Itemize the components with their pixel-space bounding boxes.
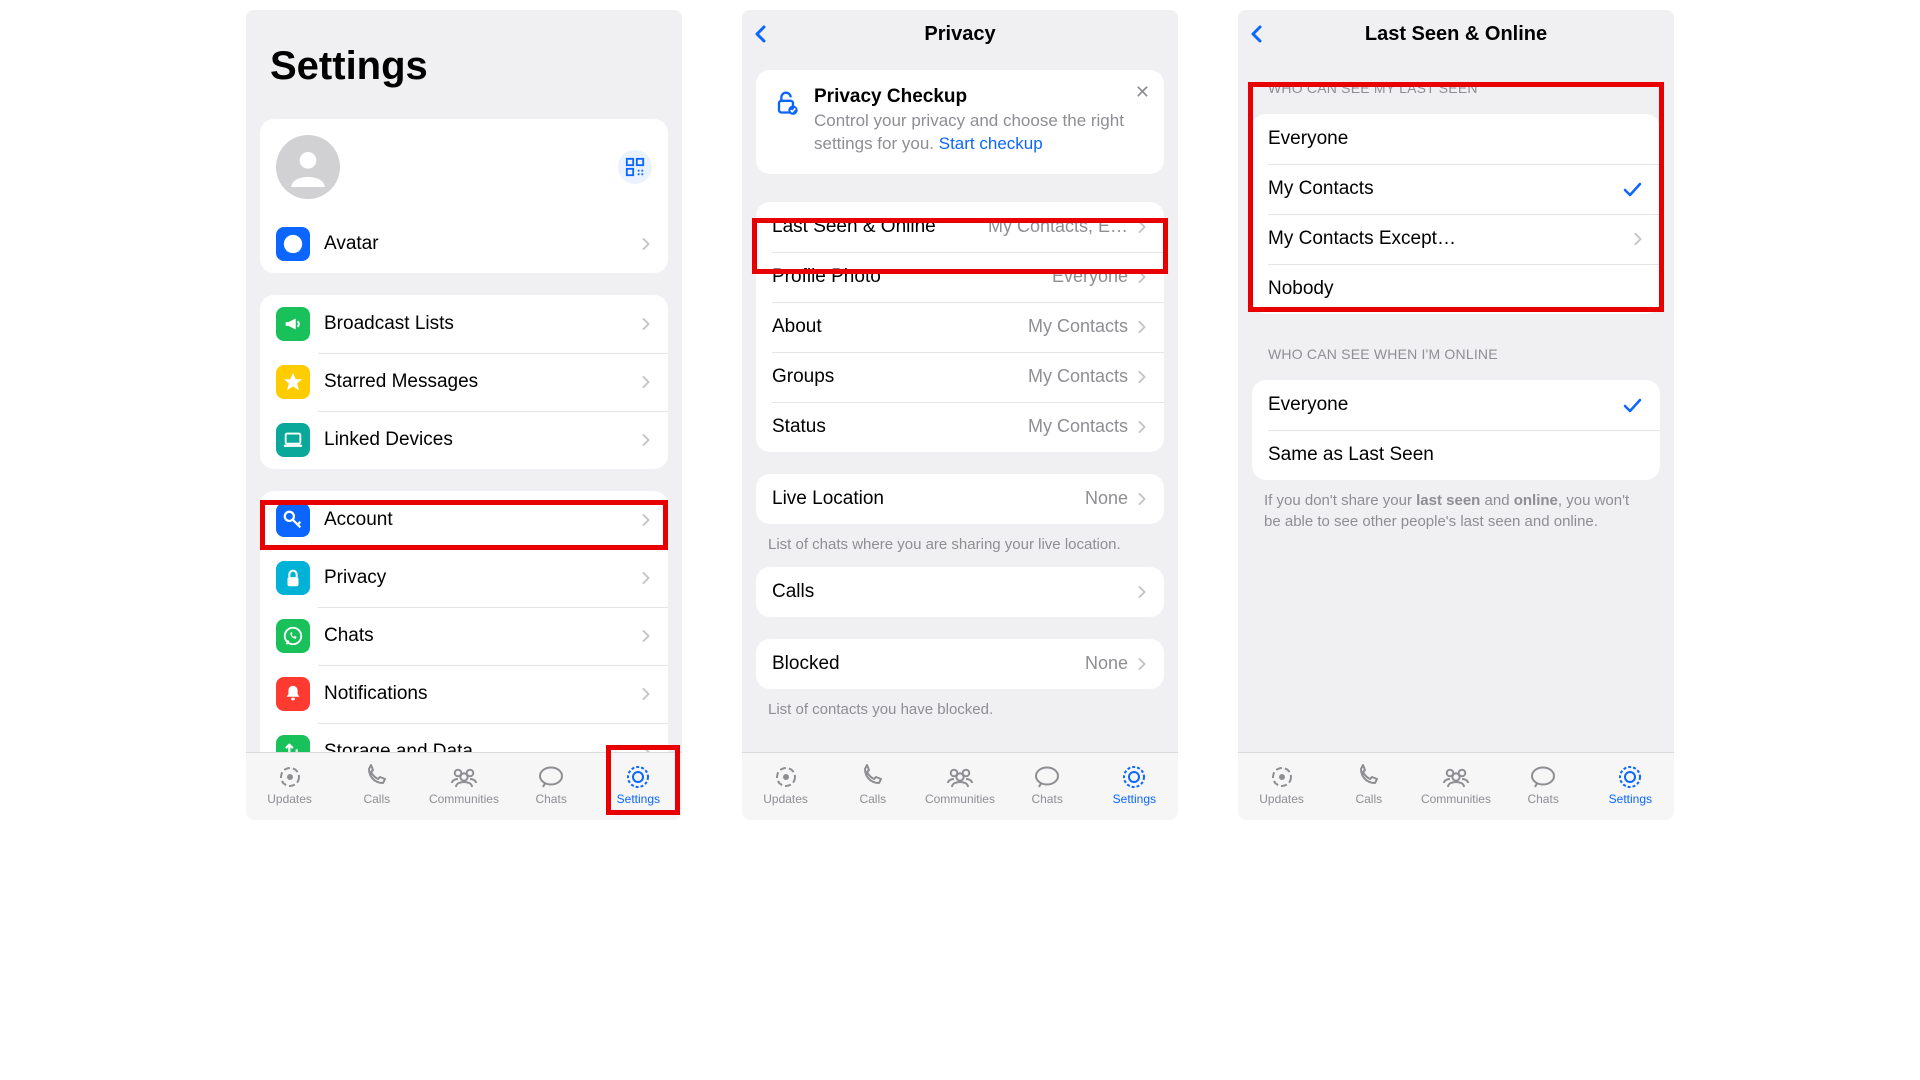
tab-bar: Updates Calls Communities Chats Settings <box>1238 752 1674 820</box>
tab-calls[interactable]: Calls <box>337 764 417 806</box>
row-starred-messages[interactable]: Starred Messages <box>260 353 668 411</box>
tab-updates[interactable]: Updates <box>1242 764 1322 806</box>
avatar-icon <box>276 135 340 199</box>
lastseen-section-header: WHO CAN SEE MY LAST SEEN <box>1238 58 1674 102</box>
chevron-right-icon <box>640 628 652 644</box>
row-avatar[interactable]: Avatar <box>260 215 668 273</box>
check-icon <box>1622 180 1644 198</box>
chevron-right-icon <box>1136 584 1148 600</box>
chevron-right-icon <box>1136 369 1148 385</box>
back-button[interactable] <box>1248 24 1266 44</box>
lock-icon <box>276 561 310 595</box>
chevron-right-icon <box>640 432 652 448</box>
option-nobody[interactable]: Nobody <box>1252 264 1660 314</box>
close-icon[interactable]: ✕ <box>1135 82 1150 103</box>
option-same-as-last-seen[interactable]: Same as Last Seen <box>1252 430 1660 480</box>
tab-settings[interactable]: Settings <box>1094 764 1174 806</box>
chevron-right-icon <box>640 686 652 702</box>
chevron-right-icon <box>640 570 652 586</box>
tab-chats[interactable]: Chats <box>511 764 591 806</box>
row-status[interactable]: Status My Contacts <box>756 402 1164 452</box>
chevron-right-icon <box>1136 656 1148 672</box>
online-section-header: WHO CAN SEE WHEN I'M ONLINE <box>1238 314 1674 368</box>
privacy-checkup-card[interactable]: Privacy Checkup Control your privacy and… <box>756 70 1164 174</box>
tab-settings[interactable]: Settings <box>598 764 678 806</box>
row-live-location[interactable]: Live Location None <box>756 474 1164 524</box>
blocked-footer: List of contacts you have blocked. <box>742 689 1178 720</box>
tab-updates[interactable]: Updates <box>250 764 330 806</box>
tab-communities[interactable]: Communities <box>424 764 504 806</box>
liveloc-footer: List of chats where you are sharing your… <box>742 524 1178 555</box>
chevron-right-icon <box>640 744 652 752</box>
check-icon <box>1622 396 1644 414</box>
chevron-right-icon <box>1136 269 1148 285</box>
row-chats[interactable]: Chats <box>260 607 668 665</box>
avatar-icon <box>276 227 310 261</box>
row-profile-photo[interactable]: Profile Photo Everyone <box>756 252 1164 302</box>
checkup-text: Control your privacy and choose the righ… <box>814 110 1148 156</box>
bell-icon <box>276 677 310 711</box>
tab-chats[interactable]: Chats <box>1007 764 1087 806</box>
row-groups[interactable]: Groups My Contacts <box>756 352 1164 402</box>
laptop-icon <box>276 423 310 457</box>
row-broadcast-lists[interactable]: Broadcast Lists <box>260 295 668 353</box>
chevron-right-icon <box>1136 219 1148 235</box>
checkup-title: Privacy Checkup <box>814 86 1148 108</box>
chevron-right-icon <box>1136 419 1148 435</box>
qr-icon[interactable] <box>618 150 652 184</box>
row-blocked[interactable]: Blocked None <box>756 639 1164 689</box>
chevron-right-icon <box>640 316 652 332</box>
chevron-right-icon <box>640 512 652 528</box>
screen-privacy: Privacy Privacy Checkup Control your pri… <box>742 10 1178 820</box>
row-privacy[interactable]: Privacy <box>260 549 668 607</box>
chevron-right-icon <box>1136 491 1148 507</box>
chevron-right-icon <box>1632 231 1644 247</box>
option-my-contacts[interactable]: My Contacts <box>1252 164 1660 214</box>
screen-settings: Settings Avatar Broadcast Lists Starred … <box>246 10 682 820</box>
screen-last-seen: Last Seen & Online WHO CAN SEE MY LAST S… <box>1238 10 1674 820</box>
whatsapp-icon <box>276 619 310 653</box>
option-everyone[interactable]: Everyone <box>1252 380 1660 430</box>
back-button[interactable] <box>752 24 770 44</box>
chevron-right-icon <box>1136 319 1148 335</box>
tab-communities[interactable]: Communities <box>1416 764 1496 806</box>
settings-title: Settings <box>246 10 682 107</box>
start-checkup-link[interactable]: Start checkup <box>939 134 1043 153</box>
tab-chats[interactable]: Chats <box>1503 764 1583 806</box>
option-everyone[interactable]: Everyone <box>1252 114 1660 164</box>
tab-calls[interactable]: Calls <box>833 764 913 806</box>
profile-row[interactable] <box>260 119 668 215</box>
tab-settings[interactable]: Settings <box>1590 764 1670 806</box>
row-last-seen-online[interactable]: Last Seen & Online My Contacts, E… <box>756 202 1164 252</box>
privacy-title: Privacy <box>924 23 995 46</box>
row-calls[interactable]: Calls <box>756 567 1164 617</box>
row-about[interactable]: About My Contacts <box>756 302 1164 352</box>
row-storage-and-data[interactable]: Storage and Data <box>260 723 668 752</box>
row-account[interactable]: Account <box>260 491 668 549</box>
megaphone-icon <box>276 307 310 341</box>
chevron-right-icon <box>640 236 652 252</box>
arrows-icon <box>276 735 310 752</box>
lastseen-title: Last Seen & Online <box>1365 23 1547 46</box>
star-icon <box>276 365 310 399</box>
row-notifications[interactable]: Notifications <box>260 665 668 723</box>
tab-bar: Updates Calls Communities Chats Settings <box>742 752 1178 820</box>
chevron-right-icon <box>640 374 652 390</box>
key-icon <box>276 503 310 537</box>
tab-communities[interactable]: Communities <box>920 764 1000 806</box>
row-linked-devices[interactable]: Linked Devices <box>260 411 668 469</box>
lock-check-icon <box>772 88 800 116</box>
tab-calls[interactable]: Calls <box>1329 764 1409 806</box>
tab-bar: Updates Calls Communities Chats Settings <box>246 752 682 820</box>
option-my-contacts-except-[interactable]: My Contacts Except… <box>1252 214 1660 264</box>
tab-updates[interactable]: Updates <box>746 764 826 806</box>
lastseen-footer: If you don't share your last seen and on… <box>1238 480 1674 532</box>
